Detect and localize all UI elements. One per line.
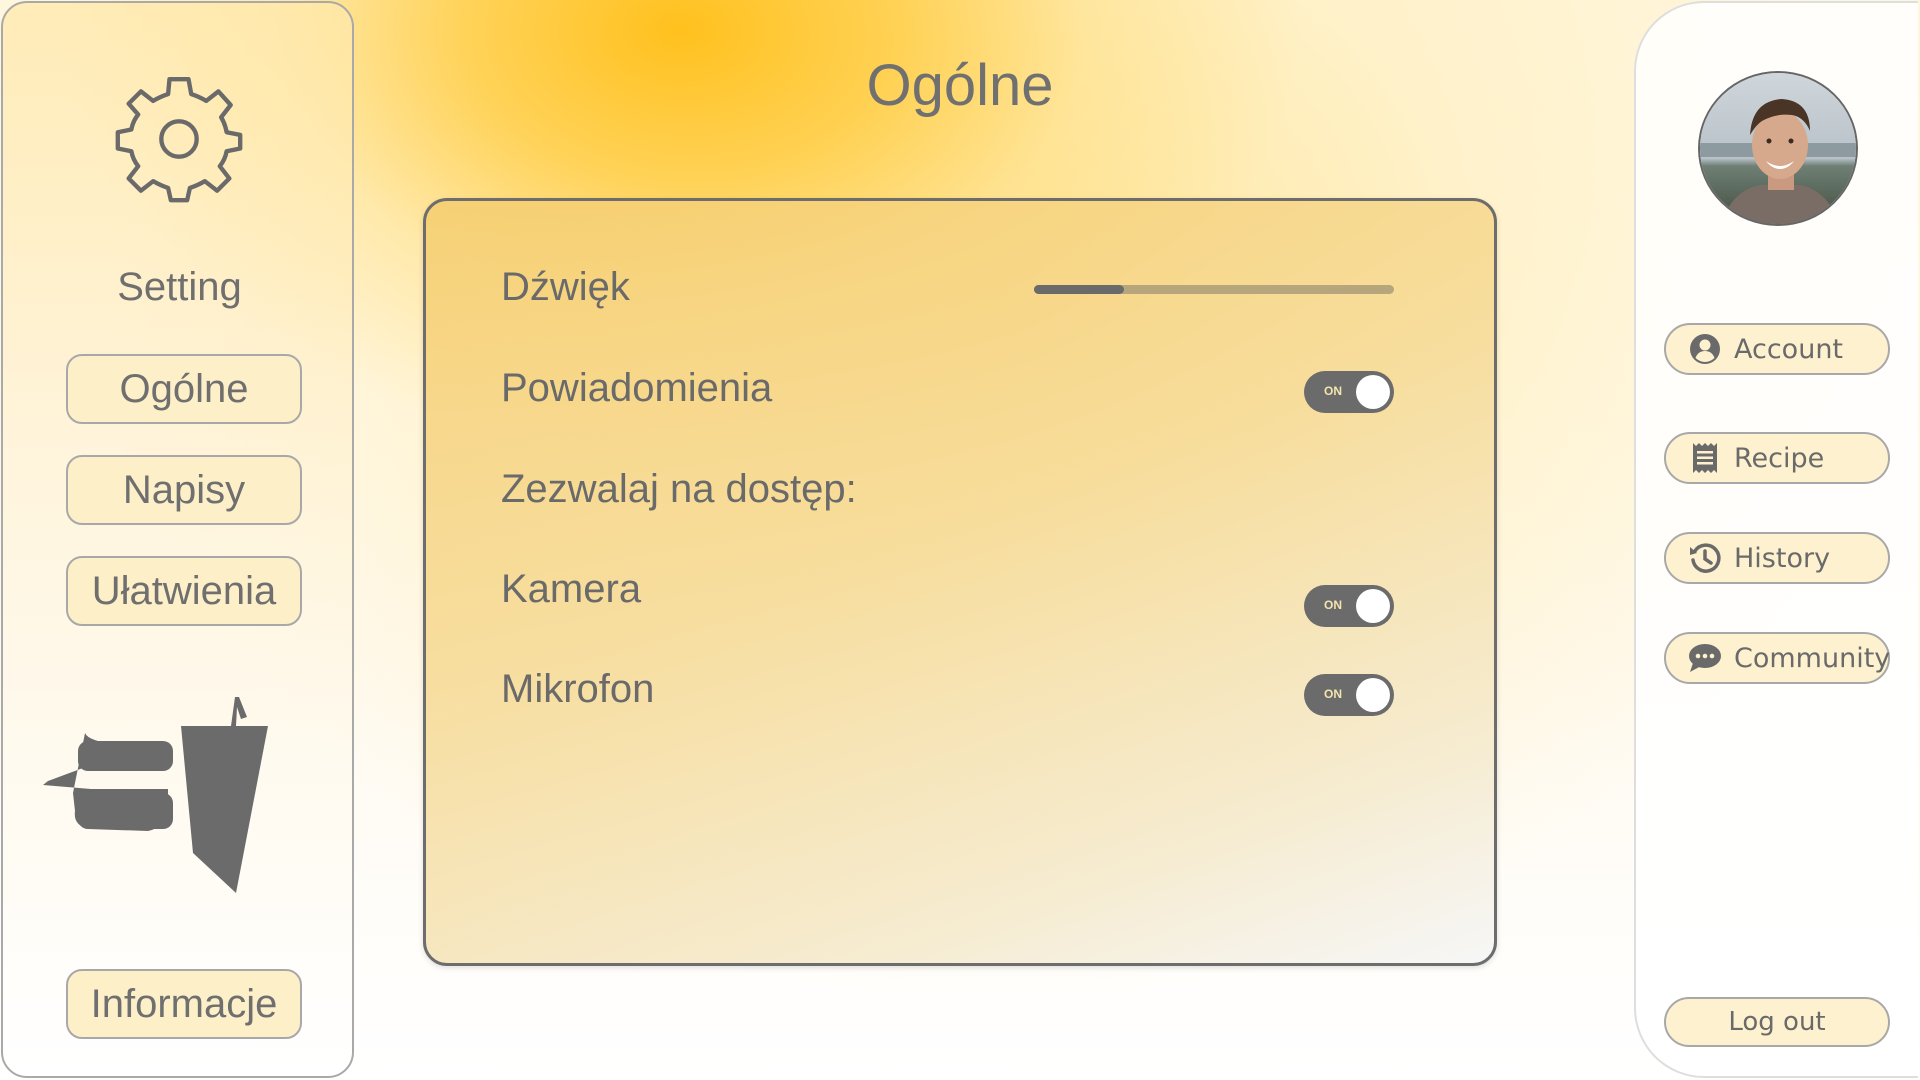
user-avatar[interactable] bbox=[1698, 71, 1858, 226]
page-title: Ogólne bbox=[866, 53, 1054, 118]
logout-button[interactable]: Log out bbox=[1664, 997, 1890, 1047]
camera-toggle[interactable]: ON bbox=[1304, 585, 1394, 627]
notifications-toggle[interactable]: ON bbox=[1304, 371, 1394, 413]
sidebar-title: Setting bbox=[117, 265, 242, 309]
toggle-knob bbox=[1356, 375, 1390, 409]
account-button[interactable]: Account bbox=[1664, 323, 1890, 375]
sound-label: Dźwięk bbox=[501, 265, 630, 309]
toggle-knob bbox=[1356, 589, 1390, 623]
community-label: Community bbox=[1734, 642, 1891, 674]
microphone-toggle-state: ON bbox=[1324, 687, 1342, 701]
recipe-label: Recipe bbox=[1734, 442, 1825, 474]
microphone-toggle[interactable]: ON bbox=[1304, 674, 1394, 716]
notifications-toggle-state: ON bbox=[1324, 384, 1342, 398]
right-sidebar: Account Recipe History Community Log out bbox=[1634, 1, 1918, 1078]
left-sidebar: Setting Ogólne Napisy Ułatwienia Informa… bbox=[1, 1, 354, 1078]
history-button[interactable]: History bbox=[1664, 532, 1890, 584]
gear-icon bbox=[115, 76, 243, 203]
user-circle-icon bbox=[1690, 334, 1720, 364]
settings-panel: Dźwięk Powiadomienia ON Zezwalaj na dost… bbox=[423, 198, 1497, 966]
camera-label: Kamera bbox=[501, 567, 642, 611]
menu-napisy-button[interactable]: Napisy bbox=[66, 455, 302, 525]
camera-toggle-state: ON bbox=[1324, 598, 1342, 612]
sound-slider-fill[interactable] bbox=[1034, 285, 1124, 294]
microphone-label: Mikrofon bbox=[501, 667, 655, 711]
account-label: Account bbox=[1734, 333, 1844, 365]
menu-ogolne-button[interactable]: Ogólne bbox=[66, 354, 302, 424]
chat-bubble-icon bbox=[1689, 644, 1721, 672]
info-button[interactable]: Informacje bbox=[66, 969, 302, 1039]
receipt-icon bbox=[1693, 443, 1717, 473]
sound-slider[interactable] bbox=[1034, 285, 1394, 294]
access-label: Zezwalaj na dostęp: bbox=[501, 467, 857, 511]
community-button[interactable]: Community bbox=[1664, 632, 1890, 684]
menu-ulatwienia-button[interactable]: Ułatwienia bbox=[66, 556, 302, 626]
history-icon bbox=[1690, 543, 1721, 573]
recipe-button[interactable]: Recipe bbox=[1664, 432, 1890, 484]
kebab-logo-icon bbox=[43, 697, 268, 893]
history-label: History bbox=[1734, 542, 1831, 574]
toggle-knob bbox=[1356, 678, 1390, 712]
notifications-label: Powiadomienia bbox=[501, 366, 773, 410]
